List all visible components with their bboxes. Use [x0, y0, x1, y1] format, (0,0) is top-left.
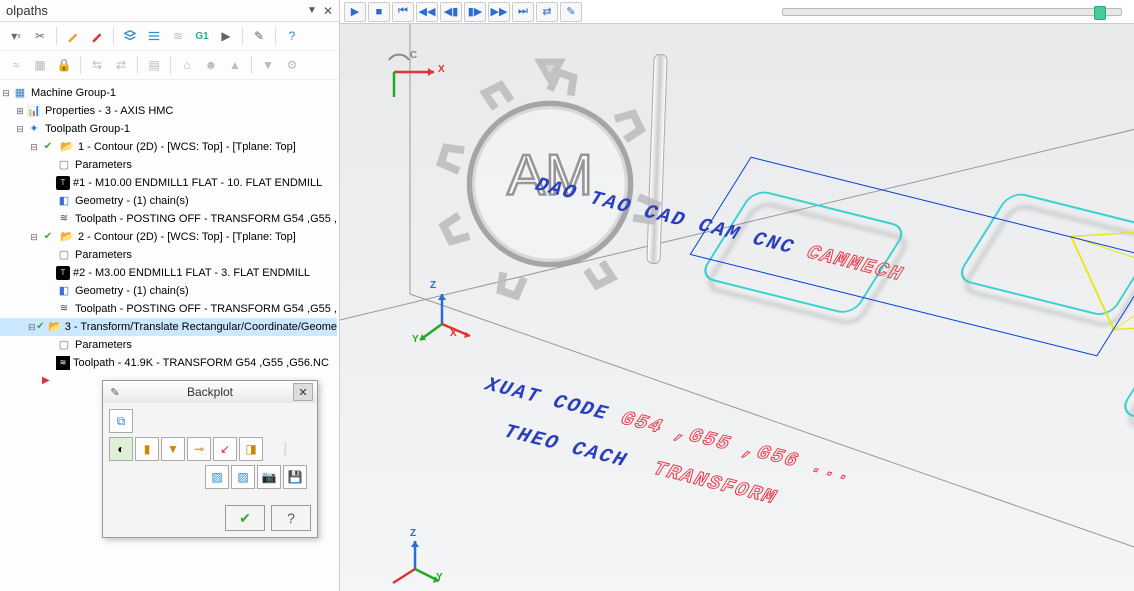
house-icon[interactable]: ⌂ — [177, 55, 197, 75]
flag-icon[interactable]: ▶ — [216, 26, 236, 46]
label: Geometry - (1) chain(s) — [75, 282, 189, 300]
tree-properties[interactable]: ⊞📊 Properties - 3 - AXIS HMC — [0, 102, 337, 120]
bp-info-icon[interactable]: ❕ — [273, 437, 297, 461]
bp-expand[interactable]: ⧉ — [109, 409, 133, 433]
swap2-icon[interactable]: ⇄ — [111, 55, 131, 75]
last-button[interactable]: ⏭ — [512, 2, 534, 22]
bp-tool-icon[interactable]: ▮ — [135, 437, 159, 461]
tree-op2-tool[interactable]: T#2 - M3.00 ENDMILL1 FLAT - 3. FLAT ENDM… — [0, 264, 337, 282]
panel-dropdown-icon[interactable]: ▼ — [307, 5, 317, 16]
opt2-button[interactable]: ✎ — [560, 2, 582, 22]
bp-key-icon[interactable]: ⊸ — [187, 437, 211, 461]
bp-hatch1-icon[interactable]: ▨ — [205, 465, 229, 489]
label: #1 - M10.00 ENDMILL1 FLAT - 10. FLAT END… — [73, 174, 322, 192]
first-button[interactable]: ⏮ — [392, 2, 414, 22]
backplot-title: Backplot — [127, 385, 293, 399]
3d-viewport[interactable]: ▶ ■ ⏮ ◀◀ ◀▮ ▮▶ ▶▶ ⏭ ⇄ ✎ X Y Z — [340, 0, 1134, 591]
ok-button[interactable]: ✔ — [225, 505, 265, 531]
bp-holder-icon[interactable]: ▼ — [161, 437, 185, 461]
wand-icon[interactable]: ✎ — [249, 26, 269, 46]
help-icon[interactable]: ? — [282, 26, 302, 46]
grid-icon[interactable]: ▤ — [144, 55, 164, 75]
stepfwd-button[interactable]: ▮▶ — [464, 2, 486, 22]
person-icon[interactable]: ☻ — [201, 55, 221, 75]
toolbar-row-2: ≈ ▦ 🔒 ⇆ ⇄ ▤ ⌂ ☻ ▲ ▼ ⚙ — [0, 51, 339, 80]
panel-close-icon[interactable]: ✕ — [323, 4, 333, 18]
label: 2 - Contour (2D) - [WCS: Top] - [Tplane:… — [78, 228, 296, 246]
wire-icon[interactable]: ≋ — [168, 26, 188, 46]
tree-op3-tp[interactable]: ≋Toolpath - 41.9K - TRANSFORM G54 ,G55 ,… — [0, 354, 337, 372]
tree-op1-params[interactable]: ▢Parameters — [0, 156, 337, 174]
stop-button[interactable]: ■ — [368, 2, 390, 22]
tree-toolpath-group[interactable]: ⊟✦ Toolpath Group-1 — [0, 120, 337, 138]
bp-camera-icon[interactable]: 📷 — [257, 465, 281, 489]
scene: X Y Z X C Z Y — [340, 24, 1134, 591]
bp-save-icon[interactable]: 💾 — [283, 465, 307, 489]
lock-icon[interactable]: 🔒 — [54, 55, 74, 75]
tree-machine-group[interactable]: ⊟▦ Machine Group-1 — [0, 84, 337, 102]
cone-icon[interactable]: ▲ — [225, 55, 245, 75]
tree-op2-params[interactable]: ▢Parameters — [0, 246, 337, 264]
opt1-button[interactable]: ⇄ — [536, 2, 558, 22]
label: Toolpath Group-1 — [45, 120, 130, 138]
help-button[interactable]: ? — [271, 505, 311, 531]
tree-op3[interactable]: ⊟✔📂 3 - Transform/Translate Rectangular/… — [0, 318, 337, 336]
toolbar-row-1: ▾x ✂ ≋ G1 ▶ ✎ ? — [0, 22, 339, 51]
wavebox-icon[interactable]: ▦ — [30, 55, 50, 75]
playback-bar: ▶ ■ ⏮ ◀◀ ◀▮ ▮▶ ▶▶ ⏭ ⇄ ✎ — [340, 0, 1134, 24]
backplot-titlebar[interactable]: ✎ Backplot ✕ — [103, 381, 317, 403]
edit-op-icon[interactable] — [63, 26, 83, 46]
tree-op2-tp[interactable]: ≋Toolpath - POSTING OFF - TRANSFORM G54 … — [0, 300, 337, 318]
operations-tree: ⊟▦ Machine Group-1 ⊞📊 Properties - 3 - A… — [0, 80, 339, 394]
tree-op2-geo[interactable]: ◧Geometry - (1) chain(s) — [0, 282, 337, 300]
label: Toolpath - POSTING OFF - TRANSFORM G54 ,… — [75, 210, 337, 228]
label: Toolpath - 41.9K - TRANSFORM G54 ,G55 ,G… — [73, 354, 329, 372]
next-button[interactable]: ▶▶ — [488, 2, 510, 22]
tree-op1-tp[interactable]: ≋Toolpath - POSTING OFF - TRANSFORM G54 … — [0, 210, 337, 228]
speed-slider[interactable] — [782, 8, 1122, 16]
panel-title-text: olpaths — [6, 3, 48, 18]
g1-button[interactable]: G1 — [192, 26, 212, 46]
panel-header: olpaths ▼ ✕ — [0, 0, 339, 22]
label: Parameters — [75, 336, 132, 354]
tree-op1-tool[interactable]: T#1 - M10.00 ENDMILL1 FLAT - 10. FLAT EN… — [0, 174, 337, 192]
stepback-button[interactable]: ◀▮ — [440, 2, 462, 22]
prev-button[interactable]: ◀◀ — [416, 2, 438, 22]
label: 3 - Transform/Translate Rectangular/Coor… — [65, 318, 337, 336]
backplot-icon: ✎ — [107, 384, 123, 400]
label: 1 - Contour (2D) - [WCS: Top] - [Tplane:… — [78, 138, 296, 156]
backplot-dialog: ✎ Backplot ✕ ⧉ ◐ ▮ ▼ ⊸ ↙ ◨ ❕ ▨ ▨ 📷 💾 ✔ ? — [102, 380, 318, 538]
tree-op2[interactable]: ⊟✔📂 2 - Contour (2D) - [WCS: Top] - [Tpl… — [0, 228, 337, 246]
bp-mode1[interactable]: ◐ — [109, 437, 133, 461]
delete-op-icon[interactable] — [87, 26, 107, 46]
label: #2 - M3.00 ENDMILL1 FLAT - 3. FLAT ENDMI… — [73, 264, 310, 282]
label: Machine Group-1 — [31, 84, 116, 102]
label: Geometry - (1) chain(s) — [75, 192, 189, 210]
label: Parameters — [75, 246, 132, 264]
label: Parameters — [75, 156, 132, 174]
layers-icon[interactable] — [120, 26, 140, 46]
play-button[interactable]: ▶ — [344, 2, 366, 22]
gear-icon[interactable]: ⚙ — [282, 55, 302, 75]
swap-icon[interactable]: ⇆ — [87, 55, 107, 75]
tree-op3-params[interactable]: ▢Parameters — [0, 336, 337, 354]
layers2-icon[interactable] — [144, 26, 164, 46]
backplot-close-icon[interactable]: ✕ — [293, 383, 313, 401]
label: Properties - 3 - AXIS HMC — [45, 102, 173, 120]
tree-op1[interactable]: ⊟✔📂 1 - Contour (2D) - [WCS: Top] - [Tpl… — [0, 138, 337, 156]
bp-hatch2-icon[interactable]: ▨ — [231, 465, 255, 489]
tree-op1-geo[interactable]: ◧Geometry - (1) chain(s) — [0, 192, 337, 210]
label: Toolpath - POSTING OFF - TRANSFORM G54 ,… — [75, 300, 337, 318]
wave-icon[interactable]: ≈ — [6, 55, 26, 75]
select-icon[interactable]: ▾x — [6, 26, 26, 46]
bp-material-icon[interactable]: ◨ — [239, 437, 263, 461]
cut-icon[interactable]: ✂ — [30, 26, 50, 46]
filter-icon[interactable]: ▼ — [258, 55, 278, 75]
bp-pin-icon[interactable]: ↙ — [213, 437, 237, 461]
